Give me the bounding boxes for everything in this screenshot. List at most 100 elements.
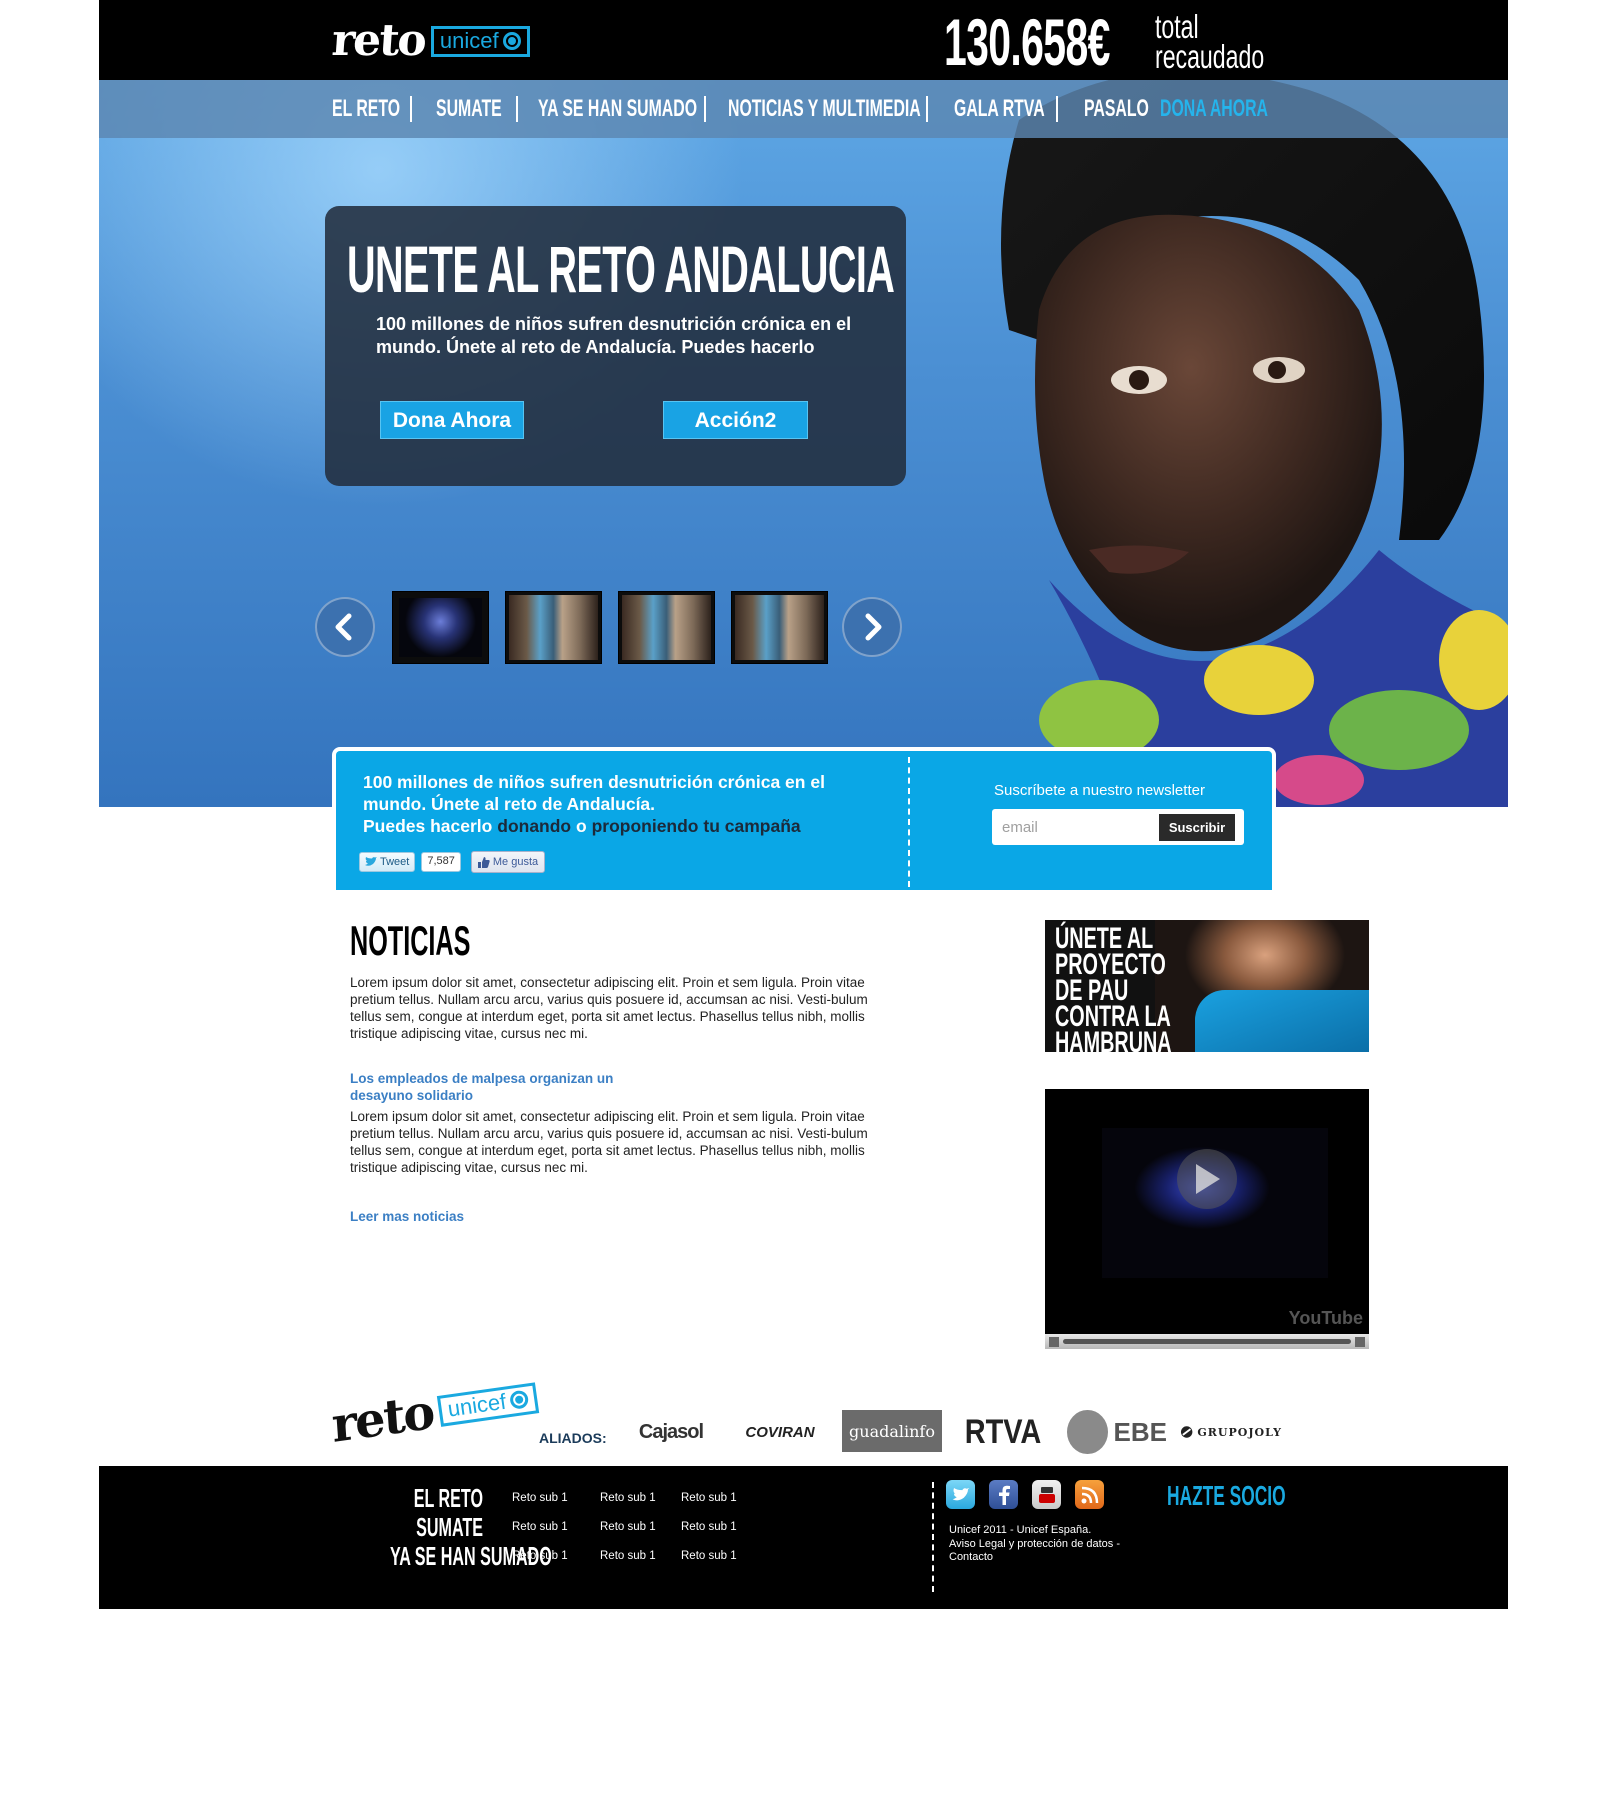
chevron-right-icon: [865, 613, 882, 641]
band-text-conj: o: [576, 816, 587, 836]
site-footer: EL RETO SUMATE YA SE HAN SUMADO Reto sub…: [99, 1466, 1508, 1609]
footer-sub-link[interactable]: Reto sub 1: [512, 1492, 600, 1504]
nav-item-dona-ahora[interactable]: DONA AHORA: [1160, 95, 1268, 123]
video-progress-bar[interactable]: [1063, 1339, 1351, 1344]
logo-unicef-badge: unicef: [430, 25, 530, 57]
youtube-logo: YouTube: [1288, 1308, 1363, 1328]
footer-sub-link[interactable]: Reto sub 1: [681, 1492, 737, 1504]
footer-sub-link[interactable]: Reto sub 1: [681, 1521, 737, 1533]
carousel-thumbnail-3[interactable]: [618, 591, 715, 664]
chevron-left-icon: [335, 613, 352, 641]
reto-unicef-logo[interactable]: reto unicef: [330, 15, 530, 66]
ebe-text: EBE: [1113, 1416, 1167, 1447]
nav-item-ya-se-han-sumado[interactable]: YA SE HAN SUMADO: [538, 95, 697, 123]
volume-icon[interactable]: [1355, 1336, 1365, 1347]
sponsor-coviran-logo[interactable]: COVIRAN: [730, 1410, 830, 1454]
logo-reto-text: reto: [330, 15, 427, 66]
tweet-button[interactable]: Tweet: [359, 852, 416, 872]
footer-sub-link[interactable]: Reto sub 1: [600, 1521, 681, 1533]
donando-link[interactable]: donando: [497, 816, 571, 836]
footer-submenu: Reto sub 1 Reto sub 1 Reto sub 1 Reto su…: [512, 1483, 737, 1570]
sponsor-guadalinfo-logo[interactable]: guadalinfo: [842, 1410, 942, 1452]
raised-amount: 130.658€: [944, 5, 1110, 79]
unicef-globe-icon: [502, 31, 521, 50]
nav-item-sumate[interactable]: SUMATE: [436, 95, 502, 123]
footer-link-sumate[interactable]: SUMATE: [390, 1513, 483, 1542]
thumbs-up-icon: [477, 856, 490, 868]
nav-separator: [516, 96, 518, 122]
band-divider: [908, 757, 910, 887]
facebook-icon[interactable]: [989, 1480, 1018, 1509]
band-text-cta: Puedes hacerlo: [363, 816, 493, 836]
carousel-thumbnail-1[interactable]: [392, 591, 489, 664]
carousel-prev-button[interactable]: [315, 597, 375, 657]
footer-link-el-reto[interactable]: EL RETO: [390, 1484, 483, 1513]
rss-icon[interactable]: [1075, 1480, 1104, 1509]
subscribe-button[interactable]: Suscribir: [1159, 814, 1235, 841]
band-text-main: 100 millones de niños sufren desnutrició…: [363, 772, 825, 814]
grupojoly-mark-icon: [1180, 1426, 1193, 1438]
promo-line: HAMBRUNA: [1055, 1026, 1172, 1053]
video-play-control-icon[interactable]: [1049, 1336, 1059, 1347]
thumbnail-group-image: [622, 595, 711, 660]
nav-list: EL RETO SUMATE YA SE HAN SUMADO NOTICIAS…: [332, 80, 1268, 138]
carousel-next-button[interactable]: [842, 597, 902, 657]
thumbnail-concert-image: [399, 598, 482, 657]
read-more-news-link[interactable]: Leer mas noticias: [350, 1208, 895, 1225]
twitter-icon[interactable]: [946, 1480, 975, 1509]
facebook-like-button[interactable]: Me gusta: [470, 851, 546, 873]
aliados-label: ALIADOS:: [539, 1430, 607, 1446]
sponsor-rtva-logo[interactable]: RTVA: [964, 1410, 1042, 1454]
youtube-icon[interactable]: [1032, 1480, 1061, 1509]
promo-text: ÚNETE AL PROYECTO DE PAU CONTRA LA HAMBR…: [1055, 924, 1172, 1053]
accion2-button[interactable]: Acción2: [663, 401, 808, 439]
ebe-pen-icon: [1067, 1410, 1108, 1454]
hazte-socio-link[interactable]: HAZTE SOCIO: [1167, 1480, 1286, 1512]
carousel-thumbnail-4[interactable]: [731, 591, 828, 664]
logo-unicef-text: unicef: [445, 1388, 508, 1422]
footer-sub-link[interactable]: Reto sub 1: [681, 1550, 737, 1562]
sponsors-row: reto unicef ALIADOS: Cajasol COVIRAN gua…: [330, 1381, 1282, 1466]
hero-portrait-image: [1001, 80, 1508, 807]
carousel-thumbnail-2[interactable]: [505, 591, 602, 664]
news-headline-link[interactable]: Los empleados de malpesa organizan un de…: [350, 1070, 650, 1104]
dona-ahora-button[interactable]: Dona Ahora: [380, 401, 524, 439]
nav-separator: [704, 96, 706, 122]
band-text: 100 millones de niños sufren desnutrició…: [363, 771, 883, 837]
thumbnail-group-image: [735, 595, 824, 660]
news-section: NOTICIAS Lorem ipsum dolor sit amet, con…: [350, 920, 895, 1225]
video-player[interactable]: YouTube: [1045, 1089, 1369, 1349]
sponsor-ebe-logo[interactable]: EBE: [1067, 1410, 1167, 1454]
sponsor-grupojoly-logo[interactable]: GRUPOJOLY: [1180, 1410, 1282, 1454]
contact-link[interactable]: Contacto: [949, 1551, 1149, 1565]
nav-item-el-reto[interactable]: EL RETO: [332, 95, 400, 123]
proponiendo-campana-link[interactable]: proponiendo tu campaña: [592, 816, 801, 836]
nav-item-pasalo[interactable]: PASALO: [1084, 95, 1149, 123]
copyright-text: Unicef 2011 - Unicef España.: [949, 1524, 1092, 1536]
sponsor-cajasol-logo[interactable]: Cajasol: [632, 1410, 710, 1454]
legal-notice-link[interactable]: Aviso Legal y protección de datos -: [949, 1538, 1149, 1552]
tweet-label: Tweet: [380, 856, 410, 868]
play-icon[interactable]: [1177, 1149, 1237, 1209]
nav-item-noticias-multimedia[interactable]: NOTICIAS Y MULTIMEDIA: [728, 95, 921, 123]
social-icons: [946, 1480, 1104, 1509]
footer-divider: [932, 1482, 934, 1592]
nav-separator: [1056, 96, 1058, 122]
video-controls: [1045, 1334, 1369, 1349]
pau-project-banner[interactable]: ÚNETE AL PROYECTO DE PAU CONTRA LA HAMBR…: [1045, 920, 1369, 1052]
news-title: NOTICIAS: [350, 917, 471, 964]
footer-sub-link[interactable]: Reto sub 1: [512, 1550, 600, 1562]
footer-menu: EL RETO SUMATE YA SE HAN SUMADO: [333, 1484, 552, 1571]
footer-sub-link[interactable]: Reto sub 1: [600, 1550, 681, 1562]
hero-panel: UNETE AL RETO ANDALUCIA 100 millones de …: [325, 206, 906, 486]
newsletter-email-input[interactable]: [1002, 815, 1152, 839]
footer-sub-link[interactable]: Reto sub 1: [600, 1492, 681, 1504]
footer-link-ya-se-han-sumado[interactable]: YA SE HAN SUMADO: [390, 1542, 552, 1571]
footer-sub-link[interactable]: Reto sub 1: [512, 1521, 600, 1533]
hero-text: 100 millones de niños sufren desnutrició…: [376, 314, 852, 357]
nav-separator: [410, 96, 412, 122]
logo-unicef-badge: unicef: [436, 1381, 539, 1427]
logo-reto-text: reto: [330, 1383, 435, 1454]
reto-unicef-footer-logo[interactable]: reto unicef: [329, 1373, 540, 1454]
nav-item-gala-rtva[interactable]: GALA RTVA: [954, 95, 1045, 123]
